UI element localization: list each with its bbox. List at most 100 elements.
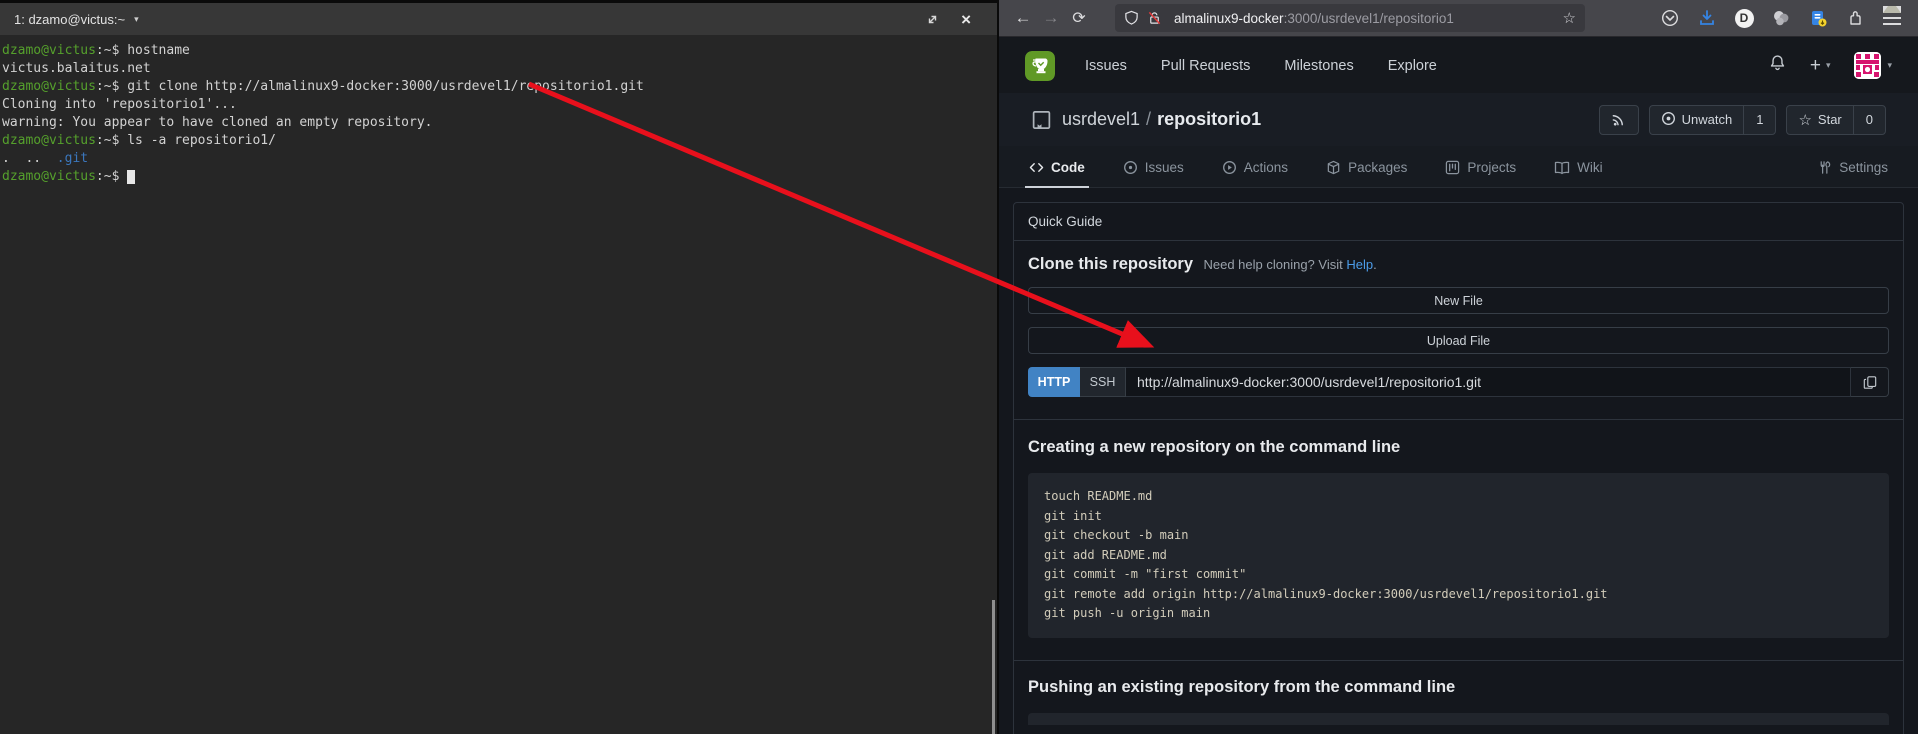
pocket-icon[interactable] [1658, 6, 1682, 30]
tools-icon [1817, 160, 1832, 175]
package-icon [1326, 160, 1341, 175]
push-repo-section: Pushing an existing repository from the … [1014, 660, 1903, 734]
terminal-maximize-icon[interactable] [926, 13, 939, 26]
nav-pull-requests[interactable]: Pull Requests [1161, 58, 1250, 74]
browser-window: ← → ⟳ almalinux9-docker:3000/usrdevel1/r… [997, 0, 1918, 734]
extension-document-icon[interactable] [1806, 6, 1830, 30]
terminal-line: Cloning into 'repositorio1'... [2, 96, 995, 114]
notifications-bell-icon[interactable] [1769, 54, 1786, 77]
insecure-lock-icon[interactable] [1147, 10, 1162, 26]
clone-url-row: HTTP SSH [1028, 367, 1889, 397]
code-line: git init [1044, 507, 1873, 527]
gitea-navbar: Issues Pull Requests Milestones Explore … [999, 38, 1918, 93]
chevron-down-icon: ▾ [1887, 60, 1892, 71]
browser-toolbar: ← → ⟳ almalinux9-docker:3000/usrdevel1/r… [999, 0, 1918, 37]
bookmark-star-icon[interactable]: ☆ [1563, 9, 1576, 27]
ssh-toggle-button[interactable]: SSH [1080, 367, 1126, 397]
repo-header: usrdevel1/repositorio1 Unwatch 1 [999, 93, 1918, 146]
new-file-button[interactable]: New File [1028, 287, 1889, 314]
terminal-title: 1: dzamo@victus:~ [14, 12, 125, 27]
repo-tabbar: Code Issues Actions Packages Projects [999, 146, 1918, 188]
code-line: git checkout -b main [1044, 526, 1873, 546]
book-icon [1554, 161, 1570, 175]
repo-content: Quick Guide Clone this repository Need h… [999, 188, 1918, 734]
extension-puzzle-icon[interactable] [1843, 6, 1867, 30]
clone-heading: Clone this repository [1028, 255, 1193, 273]
extension-d-icon[interactable]: D [1732, 6, 1756, 30]
nav-milestones[interactable]: Milestones [1284, 58, 1353, 74]
quick-guide-title: Quick Guide [1014, 203, 1903, 241]
terminal-close-icon[interactable]: × [961, 11, 971, 28]
code-icon [1029, 161, 1044, 174]
forward-button[interactable]: → [1037, 5, 1065, 31]
plus-icon: + [1810, 55, 1821, 77]
create-repo-codeblock[interactable]: touch README.md git init git checkout -b… [1028, 473, 1889, 638]
url-text[interactable]: almalinux9-docker:3000/usrdevel1/reposit… [1174, 11, 1557, 26]
screen: 1: dzamo@victus:~ ▾ × dzamo@victus:~$ ho… [0, 0, 1918, 734]
star-icon: ☆ [1798, 111, 1811, 129]
issue-icon [1123, 160, 1138, 175]
downloads-icon[interactable] [1695, 6, 1719, 30]
tab-code[interactable]: Code [1025, 160, 1089, 187]
code-line: touch README.md [1044, 487, 1873, 507]
tab-projects[interactable]: Projects [1441, 160, 1520, 187]
repo-title: usrdevel1/repositorio1 [1062, 109, 1261, 130]
terminal-line: dzamo@victus:~$ hostname [2, 42, 995, 60]
code-line: git add README.md [1044, 546, 1873, 566]
extension-circles-icon[interactable] [1769, 6, 1793, 30]
terminal-scrollbar-thumb[interactable] [992, 600, 995, 734]
update-badge-icon [1883, 6, 1901, 13]
back-button[interactable]: ← [1009, 5, 1037, 31]
app-menu-icon[interactable] [1880, 6, 1904, 30]
quick-guide-panel: Quick Guide Clone this repository Need h… [1013, 202, 1904, 734]
terminal-prompt-line: dzamo@victus:~$ [2, 168, 995, 186]
reload-button[interactable]: ⟳ [1065, 5, 1093, 31]
tab-settings[interactable]: Settings [1813, 160, 1892, 187]
create-repo-heading: Creating a new repository on the command… [1028, 432, 1889, 457]
repository-icon [1031, 109, 1052, 131]
create-repo-section: Creating a new repository on the command… [1014, 419, 1903, 660]
nav-explore[interactable]: Explore [1388, 58, 1437, 74]
nav-issues[interactable]: Issues [1085, 58, 1127, 74]
terminal-title-caret-icon[interactable]: ▾ [134, 14, 139, 25]
terminal-titlebar[interactable]: 1: dzamo@victus:~ ▾ × [0, 0, 997, 35]
unwatch-button[interactable]: Unwatch 1 [1649, 105, 1777, 135]
push-repo-codeblock[interactable] [1028, 713, 1889, 725]
code-line: git remote add origin http://almalinux9-… [1044, 585, 1873, 605]
tab-actions[interactable]: Actions [1218, 160, 1292, 187]
shield-icon[interactable] [1124, 10, 1139, 26]
rss-button[interactable] [1599, 105, 1639, 135]
star-button[interactable]: ☆ Star 0 [1786, 105, 1886, 135]
chevron-down-icon: ▾ [1826, 60, 1831, 71]
help-link[interactable]: Help [1346, 257, 1373, 272]
star-count[interactable]: 0 [1853, 106, 1885, 134]
url-bar[interactable]: almalinux9-docker:3000/usrdevel1/reposit… [1115, 4, 1585, 32]
create-new-button[interactable]: +▾ [1810, 55, 1831, 77]
upload-file-button[interactable]: Upload File [1028, 327, 1889, 354]
push-repo-heading: Pushing an existing repository from the … [1028, 673, 1889, 697]
http-toggle-button[interactable]: HTTP [1028, 367, 1080, 397]
terminal-output[interactable]: dzamo@victus:~$ hostname victus.balaitus… [0, 35, 997, 186]
terminal-line: victus.balaitus.net [2, 60, 995, 78]
clone-section: Clone this repository Need help cloning?… [1014, 241, 1903, 419]
tab-wiki[interactable]: Wiki [1550, 160, 1607, 187]
user-menu[interactable]: ▾ [1854, 52, 1892, 79]
terminal-line: dzamo@victus:~$ git clone http://almalin… [2, 78, 995, 96]
watch-count[interactable]: 1 [1743, 106, 1775, 134]
terminal-line: warning: You appear to have cloned an em… [2, 114, 995, 132]
copy-url-button[interactable] [1851, 367, 1889, 397]
tab-issues[interactable]: Issues [1119, 160, 1188, 187]
play-circle-icon [1222, 160, 1237, 175]
code-line: git commit -m "first commit" [1044, 565, 1873, 585]
repo-owner-link[interactable]: usrdevel1 [1062, 109, 1140, 129]
gitea-logo-icon[interactable] [1025, 51, 1055, 81]
terminal-cursor [127, 170, 135, 184]
tab-packages[interactable]: Packages [1322, 160, 1411, 187]
avatar[interactable] [1854, 52, 1881, 79]
gitea-page: Issues Pull Requests Milestones Explore … [999, 38, 1918, 734]
clone-url-input[interactable] [1126, 367, 1851, 397]
terminal-line: . .. .git [2, 150, 995, 168]
terminal-window: 1: dzamo@victus:~ ▾ × dzamo@victus:~$ ho… [0, 0, 997, 734]
repo-name-link[interactable]: repositorio1 [1157, 109, 1261, 129]
clone-subtext: Need help cloning? Visit Help. [1203, 257, 1376, 272]
